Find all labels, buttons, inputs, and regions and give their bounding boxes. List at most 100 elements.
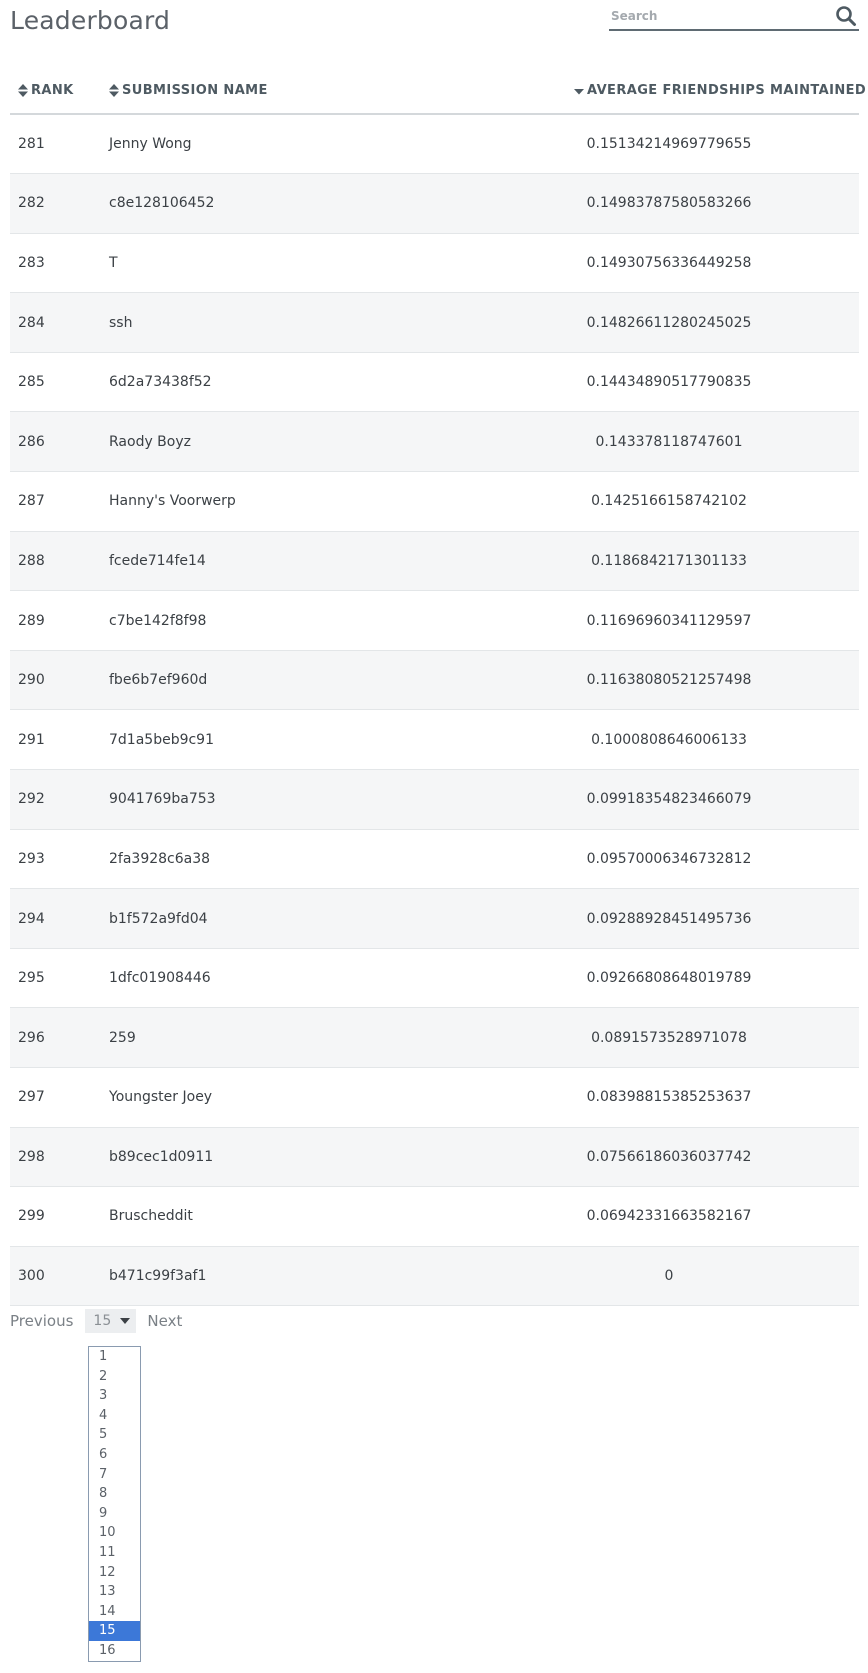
table-row: 298 b89cec1d0911 0.07566186036037742 <box>10 1127 859 1188</box>
cell-score: 0.06942331663582167 <box>479 1186 859 1247</box>
cell-rank: 283 <box>10 233 109 294</box>
cell-score: 0.11638080521257498 <box>479 650 859 711</box>
cell-rank: 300 <box>10 1246 109 1307</box>
cell-rank: 284 <box>10 292 109 353</box>
page-option[interactable]: 7 <box>89 1465 140 1485</box>
cell-score: 0.15134214969779655 <box>479 114 859 175</box>
table-row: 292 9041769ba753 0.09918354823466079 <box>10 769 859 830</box>
cell-rank: 282 <box>10 173 109 234</box>
cell-submission-name: fcede714fe14 <box>109 531 479 592</box>
column-label-name: SUBMISSION NAME <box>122 82 268 98</box>
page-select[interactable]: 15 <box>85 1309 137 1333</box>
page-option[interactable]: 14 <box>89 1602 140 1622</box>
table-row: 289 c7be142f8f98 0.11696960341129597 <box>10 590 859 651</box>
page-option[interactable]: 16 <box>89 1641 140 1661</box>
page-option[interactable]: 8 <box>89 1484 140 1504</box>
page-option[interactable]: 6 <box>89 1445 140 1465</box>
search-input[interactable] <box>611 6 826 26</box>
cell-score: 0.0891573528971078 <box>479 1007 859 1068</box>
sort-both-icon <box>109 83 119 97</box>
cell-rank: 281 <box>10 114 109 175</box>
chevron-down-icon <box>120 1318 131 1324</box>
cell-score: 0.11696960341129597 <box>479 590 859 651</box>
cell-score: 0.1186842171301133 <box>479 531 859 592</box>
cell-score: 0.14930756336449258 <box>479 233 859 294</box>
cell-rank: 298 <box>10 1127 109 1188</box>
cell-score: 0.14434890517790835 <box>479 352 859 413</box>
column-label-score: AVERAGE FRIENDSHIPS MAINTAINED <box>587 82 867 98</box>
page-title: Leaderboard <box>10 6 171 35</box>
cell-rank: 294 <box>10 888 109 949</box>
page-option[interactable]: 1 <box>89 1347 140 1367</box>
cell-submission-name: 259 <box>109 1007 479 1068</box>
previous-button[interactable]: Previous <box>10 1312 73 1330</box>
leaderboard-table: RANK SUBMISSION NAME AVERAGE FRIENDSHIPS… <box>10 70 866 1307</box>
page-option[interactable]: 11 <box>89 1543 140 1563</box>
page-option[interactable]: 9 <box>89 1504 140 1524</box>
cell-rank: 286 <box>10 411 109 473</box>
table-row: 285 6d2a73438f52 0.14434890517790835 <box>10 352 859 413</box>
cell-score: 0.09918354823466079 <box>479 769 859 830</box>
cell-rank: 288 <box>10 531 109 592</box>
cell-score: 0 <box>479 1246 859 1307</box>
cell-submission-name: ssh <box>109 292 479 353</box>
sort-both-icon <box>18 83 28 97</box>
table-row: 281 Jenny Wong 0.15134214969779655 <box>10 114 859 175</box>
cell-rank: 289 <box>10 590 109 651</box>
table-row: 288 fcede714fe14 0.1186842171301133 <box>10 531 859 592</box>
page-option[interactable]: 10 <box>89 1523 140 1543</box>
table-row: 282 c8e128106452 0.14983787580583266 <box>10 173 859 234</box>
cell-submission-name: c8e128106452 <box>109 173 479 234</box>
cell-submission-name: fbe6b7ef960d <box>109 650 479 711</box>
cell-score: 0.09266808648019789 <box>479 948 859 1009</box>
cell-submission-name: Bruscheddit <box>109 1186 479 1247</box>
pagination: Previous 15 Next <box>10 1309 182 1333</box>
cell-rank: 290 <box>10 650 109 711</box>
table-row: 283 T 0.14930756336449258 <box>10 233 859 294</box>
cell-submission-name: Jenny Wong <box>109 114 479 175</box>
sort-desc-icon <box>574 88 584 94</box>
cell-submission-name: Raody Boyz <box>109 411 479 473</box>
table-row: 295 1dfc01908446 0.09266808648019789 <box>10 948 859 1009</box>
cell-score: 0.14983787580583266 <box>479 173 859 234</box>
page-option[interactable]: 4 <box>89 1406 140 1426</box>
page-option[interactable]: 2 <box>89 1367 140 1387</box>
table-header: RANK SUBMISSION NAME AVERAGE FRIENDSHIPS… <box>10 70 866 115</box>
cell-submission-name: b89cec1d0911 <box>109 1127 479 1188</box>
page-option[interactable]: 12 <box>89 1563 140 1583</box>
search-icon[interactable] <box>835 5 857 27</box>
cell-submission-name: 2fa3928c6a38 <box>109 829 479 890</box>
cell-submission-name: 7d1a5beb9c91 <box>109 709 479 771</box>
cell-score: 0.1425166158742102 <box>479 471 859 532</box>
page-option[interactable]: 15 <box>89 1621 140 1641</box>
table-row: 296 259 0.0891573528971078 <box>10 1007 859 1068</box>
cell-score: 0.07566186036037742 <box>479 1127 859 1188</box>
column-header-name[interactable]: SUBMISSION NAME <box>109 70 479 115</box>
page-option[interactable]: 13 <box>89 1582 140 1602</box>
cell-score: 0.09288928451495736 <box>479 888 859 949</box>
page-option[interactable]: 5 <box>89 1425 140 1445</box>
page-select-value: 15 <box>93 1313 112 1329</box>
table-row: 300 b471c99f3af1 0 <box>10 1246 859 1307</box>
table-row: 293 2fa3928c6a38 0.09570006346732812 <box>10 829 859 890</box>
page-dropdown-list: 1 2 3 4 5 6 7 8 9 10 11 12 13 14 15 16 <box>88 1346 141 1662</box>
cell-rank: 293 <box>10 829 109 890</box>
cell-rank: 297 <box>10 1067 109 1128</box>
next-button[interactable]: Next <box>147 1312 182 1330</box>
cell-submission-name: b471c99f3af1 <box>109 1246 479 1307</box>
table-row: 286 Raody Boyz 0.143378118747601 <box>10 411 859 473</box>
column-header-rank[interactable]: RANK <box>10 70 109 115</box>
cell-submission-name: Youngster Joey <box>109 1067 479 1128</box>
page-option[interactable]: 3 <box>89 1386 140 1406</box>
cell-rank: 292 <box>10 769 109 830</box>
table-row: 294 b1f572a9fd04 0.09288928451495736 <box>10 888 859 949</box>
column-label-rank: RANK <box>31 82 74 98</box>
table-row: 297 Youngster Joey 0.08398815385253637 <box>10 1067 859 1128</box>
column-header-score[interactable]: AVERAGE FRIENDSHIPS MAINTAINED <box>479 70 866 115</box>
cell-rank: 296 <box>10 1007 109 1068</box>
cell-score: 0.1000808646006133 <box>479 709 859 771</box>
cell-submission-name: T <box>109 233 479 294</box>
table-body: 281 Jenny Wong 0.15134214969779655 282 c8e12… <box>10 114 859 1307</box>
table-row: 287 Hanny's Voorwerp 0.1425166158742102 <box>10 471 859 532</box>
cell-score: 0.143378118747601 <box>479 411 859 473</box>
